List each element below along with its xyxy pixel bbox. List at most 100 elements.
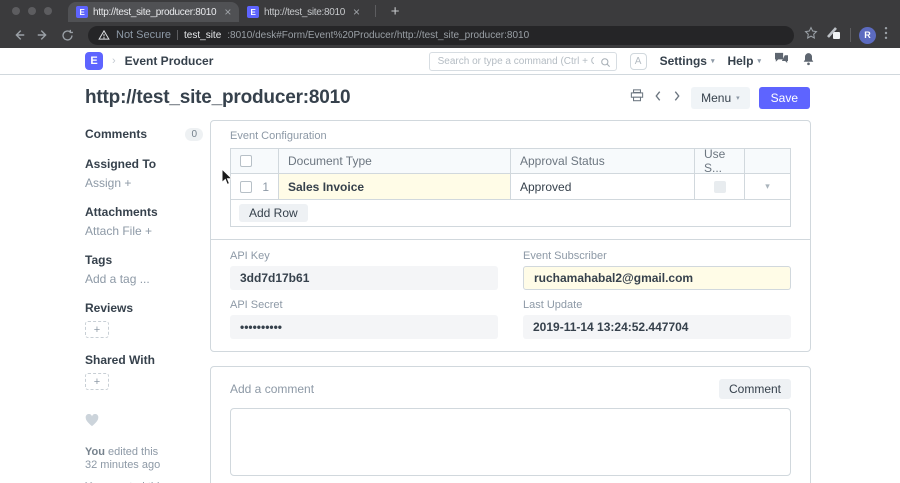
column-row-menu (745, 149, 790, 173)
add-row-button[interactable]: Add Row (239, 204, 308, 222)
api-secret-field: API Secret •••••••••• (230, 299, 498, 339)
page-actions: Menu ▾ Save (630, 87, 810, 109)
grid-footer: Add Row (231, 200, 790, 226)
tags-section: Tags Add a tag ... (85, 253, 203, 286)
comments-row[interactable]: Comments 0 (85, 127, 203, 141)
approval-status-cell[interactable]: Approved (511, 174, 695, 199)
print-icon[interactable] (630, 89, 644, 107)
browser-profile-avatar[interactable]: R (859, 27, 876, 44)
prev-record-icon[interactable] (653, 89, 663, 107)
chevron-down-icon: ▾ (757, 57, 761, 65)
api-secret-label: API Secret (230, 299, 498, 311)
api-section: API Key 3dd7d17b61 Event Subscriber ruch… (211, 240, 810, 351)
reload-icon[interactable] (56, 25, 78, 45)
shared-with-label: Shared With (85, 353, 203, 367)
attach-file-link[interactable]: Attach File + (85, 224, 203, 238)
comments-label: Comments (85, 127, 147, 141)
row-checkbox[interactable] (240, 181, 252, 193)
tab-close-icon[interactable]: × (353, 6, 360, 18)
add-review-button[interactable]: + (85, 321, 109, 338)
warning-icon (98, 29, 110, 41)
app-navbar: E › Event Producer A Settings ▾ Help ▾ (0, 48, 900, 75)
user-avatar[interactable]: A (630, 53, 647, 70)
use-same-checkbox[interactable] (714, 181, 726, 193)
next-record-icon[interactable] (672, 89, 682, 107)
like-heart-icon[interactable] (85, 414, 203, 430)
help-menu[interactable]: Help ▾ (727, 54, 761, 68)
browser-tab-inactive[interactable]: E http://test_site:8010 × (239, 2, 368, 22)
activity-time: 32 minutes ago (85, 459, 203, 472)
global-search (429, 51, 617, 71)
activity-user: You (85, 446, 105, 458)
event-configuration-grid: Document Type Approval Status Use S... 1… (230, 148, 791, 227)
chat-icon[interactable] (774, 52, 789, 70)
tab-separator (375, 5, 376, 17)
security-label: Not Secure (116, 29, 171, 41)
mouse-cursor (221, 168, 233, 191)
page-title: http://test_site_producer:8010 (85, 87, 350, 109)
bookmark-star-icon[interactable] (804, 26, 818, 45)
column-document-type: Document Type (279, 149, 511, 173)
browser-menu-icon[interactable] (884, 26, 888, 45)
forward-icon[interactable] (32, 25, 54, 45)
window-close-button[interactable] (12, 7, 20, 15)
assign-link[interactable]: Assign + (85, 176, 203, 190)
new-tab-button[interactable]: + (383, 4, 408, 19)
row-dropdown-icon[interactable]: ▾ (765, 181, 770, 192)
grid-header-row: Document Type Approval Status Use S... (231, 149, 790, 174)
tab-title: http://test_site_producer:8010 (93, 7, 216, 18)
tab-close-icon[interactable]: × (224, 6, 231, 18)
assigned-to-section: Assigned To Assign + (85, 157, 203, 190)
settings-menu[interactable]: Settings ▾ (660, 54, 715, 68)
toolbar-divider (850, 28, 851, 42)
last-update-value: 2019-11-14 13:24:52.447704 (523, 315, 791, 339)
comment-button[interactable]: Comment (719, 379, 791, 399)
search-icon (600, 55, 611, 73)
app-logo[interactable]: E (85, 52, 103, 70)
search-input[interactable] (429, 52, 617, 71)
grid-row-1[interactable]: 1 Sales Invoice Approved ▾ (231, 174, 790, 200)
url-separator (177, 30, 178, 40)
screen: E http://test_site_producer:8010 × E htt… (0, 0, 900, 483)
row-menu-cell: ▾ (745, 174, 790, 199)
comment-input[interactable] (230, 408, 791, 476)
event-subscriber-field: Event Subscriber ruchamahabal2@gmail.com (523, 250, 791, 290)
address-bar[interactable]: Not Secure test_site :8010/desk#Form/Eve… (88, 26, 794, 45)
attachments-section: Attachments Attach File + (85, 205, 203, 238)
back-icon[interactable] (8, 25, 30, 45)
api-key-field: API Key 3dd7d17b61 (230, 250, 498, 290)
extension-icon[interactable] (826, 25, 842, 46)
window-controls[interactable] (12, 7, 52, 15)
event-subscriber-value[interactable]: ruchamahabal2@gmail.com (523, 266, 791, 290)
tags-label: Tags (85, 253, 203, 267)
select-all-checkbox[interactable] (240, 155, 252, 167)
add-share-button[interactable]: + (85, 373, 109, 390)
window-minimize-button[interactable] (28, 7, 36, 15)
api-key-label: API Key (230, 250, 498, 262)
row-check-cell: 1 (231, 174, 279, 199)
window-zoom-button[interactable] (44, 7, 52, 15)
tab-favicon: E (247, 6, 259, 18)
breadcrumb[interactable]: Event Producer (125, 54, 214, 68)
browser-toolbar: Not Secure test_site :8010/desk#Form/Eve… (0, 22, 900, 48)
toolbar-right: R (804, 25, 892, 46)
chevron-down-icon: ▾ (711, 57, 715, 65)
content: Comments 0 Assigned To Assign + Attachme… (0, 120, 900, 483)
url-path: :8010/desk#Form/Event%20Producer/http://… (227, 30, 529, 41)
comment-card: Add a comment Comment Ctrl+Enter to add … (210, 366, 811, 483)
browser-tab-active[interactable]: E http://test_site_producer:8010 × (68, 2, 239, 22)
reviews-section: Reviews + (85, 301, 203, 338)
document-type-cell[interactable]: Sales Invoice (279, 174, 511, 199)
attachments-label: Attachments (85, 205, 203, 219)
activity-action: edited this (108, 446, 158, 458)
menu-button[interactable]: Menu ▾ (691, 87, 750, 109)
api-secret-value: •••••••••• (230, 315, 498, 339)
save-button[interactable]: Save (759, 87, 810, 109)
tab-title: http://test_site:8010 (264, 7, 345, 18)
menu-label: Menu (701, 91, 731, 105)
add-tag-link[interactable]: Add a tag ... (85, 272, 203, 286)
reviews-label: Reviews (85, 301, 203, 315)
event-configuration-section: Event Configuration Document Type Approv… (211, 121, 810, 239)
notifications-bell-icon[interactable] (802, 52, 815, 71)
header-check-cell (231, 149, 279, 173)
